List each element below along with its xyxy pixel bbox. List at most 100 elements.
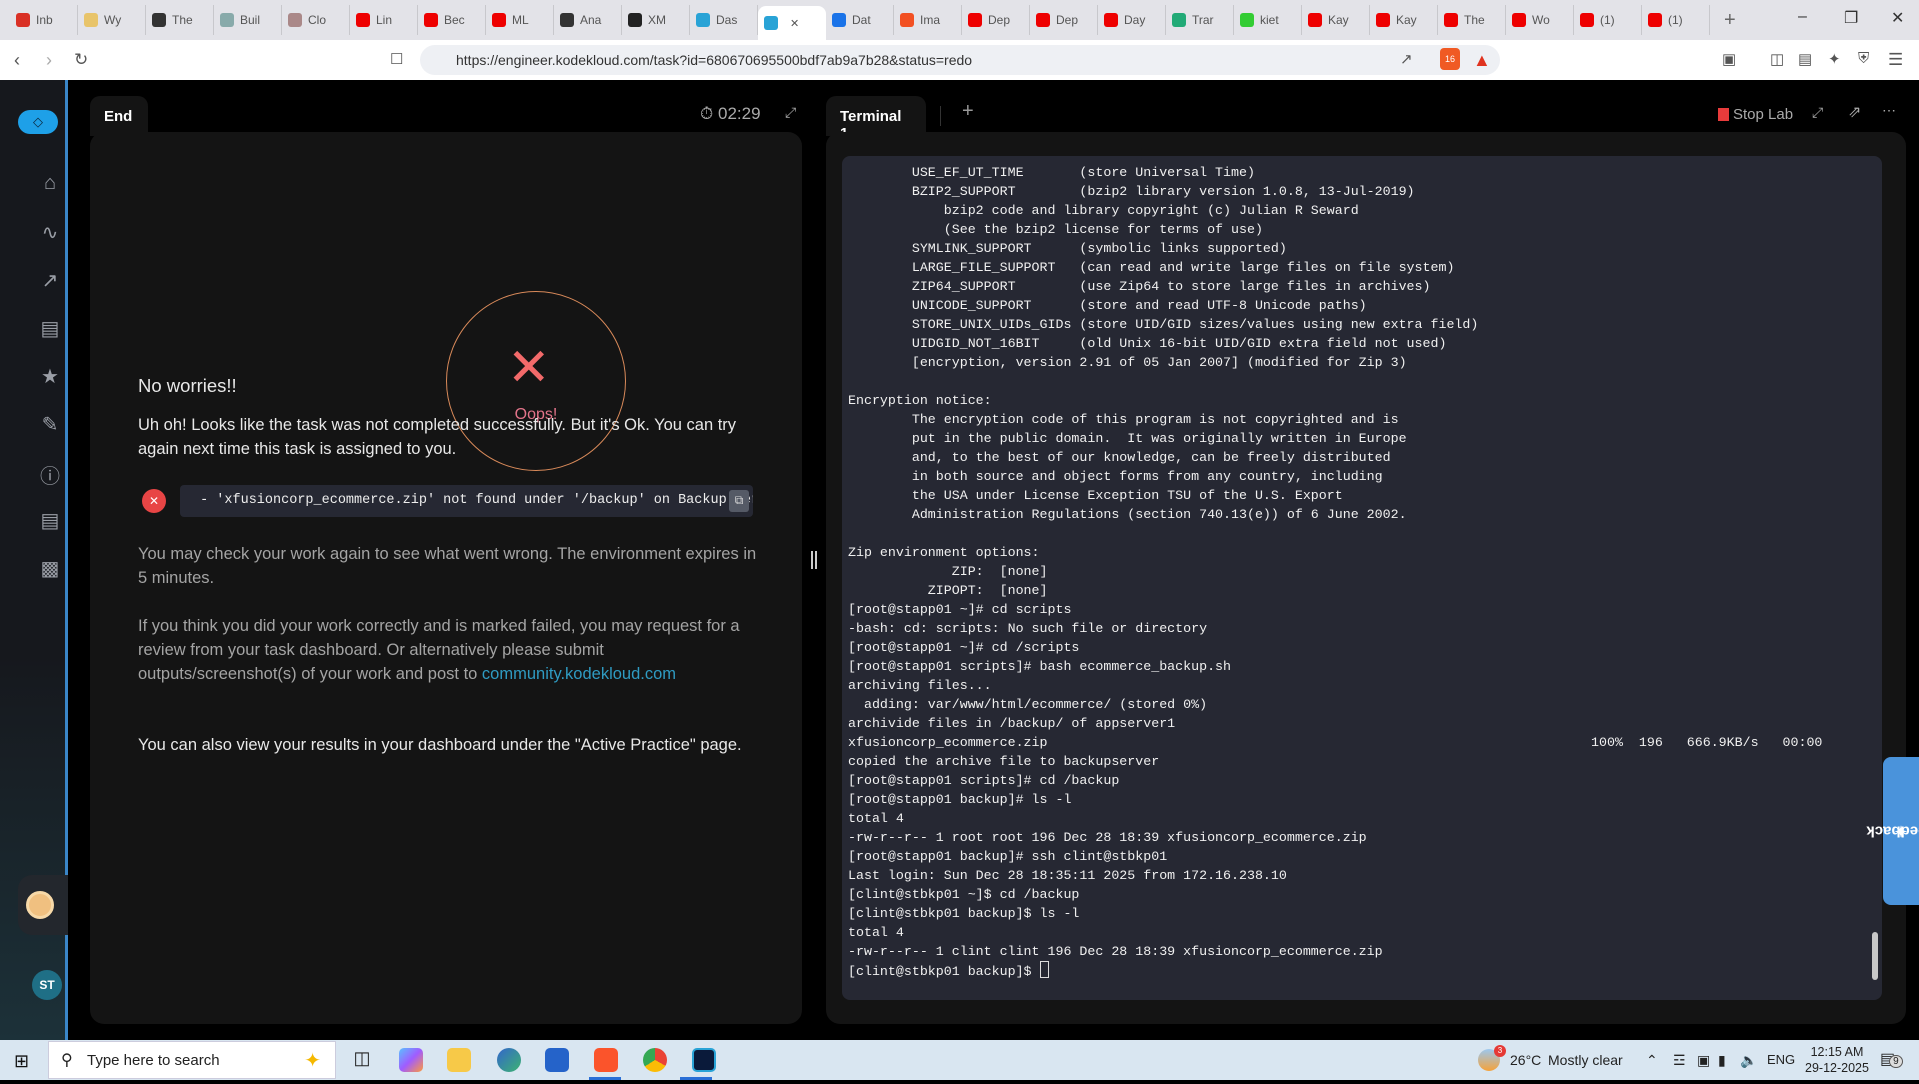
progress-icon[interactable]: ↗: [38, 268, 62, 292]
home-icon[interactable]: ⌂: [38, 172, 62, 194]
reload-button[interactable]: ↻: [74, 50, 88, 70]
store-icon[interactable]: [545, 1048, 569, 1072]
browser-tab[interactable]: ML: [486, 5, 554, 35]
avatar[interactable]: [26, 891, 54, 919]
url-field[interactable]: https://engineer.kodekloud.com/task?id=6…: [420, 45, 1500, 75]
browser-tab[interactable]: Wy: [78, 5, 146, 35]
stop-lab-button[interactable]: Stop Lab: [1718, 106, 1793, 123]
close-window-button[interactable]: ✕: [1891, 8, 1904, 28]
notifications-icon[interactable]: ▤9: [1880, 1040, 1903, 1080]
edge-icon[interactable]: [497, 1048, 521, 1072]
weather-text[interactable]: Mostly clear: [1548, 1040, 1623, 1080]
vpn-icon[interactable]: ⛨: [1858, 50, 1869, 67]
share-icon[interactable]: ↗: [1400, 50, 1413, 68]
terminal-line-text: total 4: [848, 811, 904, 826]
browser-tab[interactable]: Kay: [1370, 5, 1438, 35]
tab-terminal-1[interactable]: Terminal 1: [826, 96, 926, 142]
chrome-icon[interactable]: [643, 1048, 667, 1072]
browser-tab[interactable]: Clo: [282, 5, 350, 35]
new-tab-button[interactable]: +: [1710, 9, 1736, 32]
resize-handle[interactable]: [811, 551, 817, 569]
browser-tab[interactable]: The: [146, 5, 214, 35]
leaderboard-icon[interactable]: ★: [38, 364, 62, 388]
browser-tab[interactable]: Day: [1098, 5, 1166, 35]
browser-tab-label: Trar: [1192, 13, 1214, 27]
open-external-icon[interactable]: ⇗: [1848, 102, 1861, 122]
battery-icon[interactable]: ▮: [1718, 1040, 1726, 1080]
wallet-icon[interactable]: ▤: [1798, 50, 1812, 68]
tab-end[interactable]: End: [90, 96, 148, 136]
more-options-icon[interactable]: ⋯: [1882, 102, 1896, 119]
copy-icon[interactable]: ⧉: [729, 490, 749, 512]
volume-icon[interactable]: 🔈: [1740, 1040, 1757, 1080]
bookmark-icon[interactable]: ☐: [390, 50, 403, 68]
chat-icon[interactable]: ▩: [38, 556, 62, 580]
expand-icon[interactable]: ⤢: [785, 104, 796, 121]
terminal-scrollbar[interactable]: [1870, 160, 1878, 996]
browser-tab[interactable]: Dep: [1030, 5, 1098, 35]
browser-tab[interactable]: Inb: [10, 5, 78, 35]
browser-tab-label: Day: [1124, 13, 1146, 27]
browser-tab[interactable]: Dat: [826, 5, 894, 35]
info-icon[interactable]: ⓘ: [38, 460, 62, 488]
menu-icon[interactable]: ☰: [1888, 50, 1903, 70]
brave-shields-icon[interactable]: 16: [1440, 48, 1460, 70]
terminal-line: ZIP64_SUPPORT (use Zip64 to store large …: [848, 277, 1478, 296]
browser-tab[interactable]: Dep: [962, 5, 1030, 35]
calendar-icon[interactable]: ▤: [38, 316, 62, 340]
notes-icon[interactable]: ✎: [38, 412, 62, 436]
weather-temp[interactable]: 26°C: [1510, 1040, 1541, 1080]
book-icon[interactable]: ▤: [38, 508, 62, 532]
browser-tab[interactable]: Trar: [1166, 5, 1234, 35]
browser-tab[interactable]: ✕: [758, 6, 826, 40]
browser-tab[interactable]: kiet: [1234, 5, 1302, 35]
browser-tab[interactable]: (1): [1642, 5, 1710, 35]
terminal-line: ZIP: [none]: [848, 562, 1478, 581]
kodekloud-app-icon[interactable]: [692, 1048, 716, 1072]
browser-tab[interactable]: Das: [690, 5, 758, 35]
browser-tab[interactable]: Ima: [894, 5, 962, 35]
file-explorer-icon[interactable]: [447, 1048, 471, 1072]
kodekloud-logo-icon[interactable]: ◇: [18, 110, 58, 134]
language-indicator[interactable]: ENG: [1767, 1040, 1795, 1080]
fullscreen-icon[interactable]: ⤢: [1812, 104, 1823, 121]
leo-ai-icon[interactable]: ✦: [1828, 50, 1841, 68]
minimize-button[interactable]: –: [1798, 8, 1807, 26]
user-initials-avatar[interactable]: ST: [32, 970, 62, 1000]
restore-button[interactable]: ❐: [1844, 8, 1858, 28]
install-app-icon[interactable]: ▣: [1722, 50, 1736, 68]
wifi-icon[interactable]: ☲: [1673, 1040, 1686, 1080]
clock[interactable]: 12:15 AM 29-12-2025: [1805, 1044, 1869, 1084]
browser-tab[interactable]: XM: [622, 5, 690, 35]
close-tab-icon[interactable]: ✕: [790, 17, 799, 30]
sidebar-toggle-icon[interactable]: ◫: [1770, 50, 1784, 68]
back-button[interactable]: ‹: [14, 50, 20, 71]
browser-tab-label: Dep: [1056, 13, 1079, 27]
task-view-icon[interactable]: ◫: [350, 1048, 374, 1072]
browser-tab[interactable]: Lin: [350, 5, 418, 35]
tray-overflow-icon[interactable]: ⌃: [1646, 1040, 1658, 1080]
browser-tab[interactable]: Kay: [1302, 5, 1370, 35]
camera-icon[interactable]: ▣: [1697, 1040, 1710, 1080]
terminal[interactable]: USE_EF_UT_TIME (store Universal Time) BZ…: [842, 156, 1882, 1000]
brave-rewards-icon[interactable]: ▲: [1473, 50, 1491, 71]
copilot-icon[interactable]: [399, 1048, 423, 1072]
error-text: - 'xfusioncorp_ecommerce.zip' not found …: [192, 493, 753, 508]
scrollbar-thumb[interactable]: [1872, 932, 1878, 980]
add-terminal-button[interactable]: +: [962, 100, 974, 123]
terminal-line: -rw-r--r-- 1 clint clint 196 Dec 28 18:3…: [848, 942, 1478, 961]
taskbar-search[interactable]: ⚲ Type here to search ✦: [48, 1041, 336, 1079]
browser-tab[interactable]: Ana: [554, 5, 622, 35]
browser-tab[interactable]: Wo: [1506, 5, 1574, 35]
browser-tab[interactable]: Bec: [418, 5, 486, 35]
community-link[interactable]: community.kodekloud.com: [482, 665, 676, 683]
browser-tab[interactable]: (1): [1574, 5, 1642, 35]
learning-path-icon[interactable]: ∿: [38, 220, 62, 244]
browser-tab[interactable]: Buil: [214, 5, 282, 35]
terminal-line-text: the USA under License Exception TSU of t…: [848, 488, 1343, 503]
forward-button[interactable]: ›: [46, 50, 52, 71]
brave-icon[interactable]: [594, 1048, 618, 1072]
feedback-button[interactable]: ✦ Feedback: [1866, 757, 1919, 905]
windows-start-icon[interactable]: ⊞: [14, 1051, 29, 1072]
browser-tab[interactable]: The: [1438, 5, 1506, 35]
